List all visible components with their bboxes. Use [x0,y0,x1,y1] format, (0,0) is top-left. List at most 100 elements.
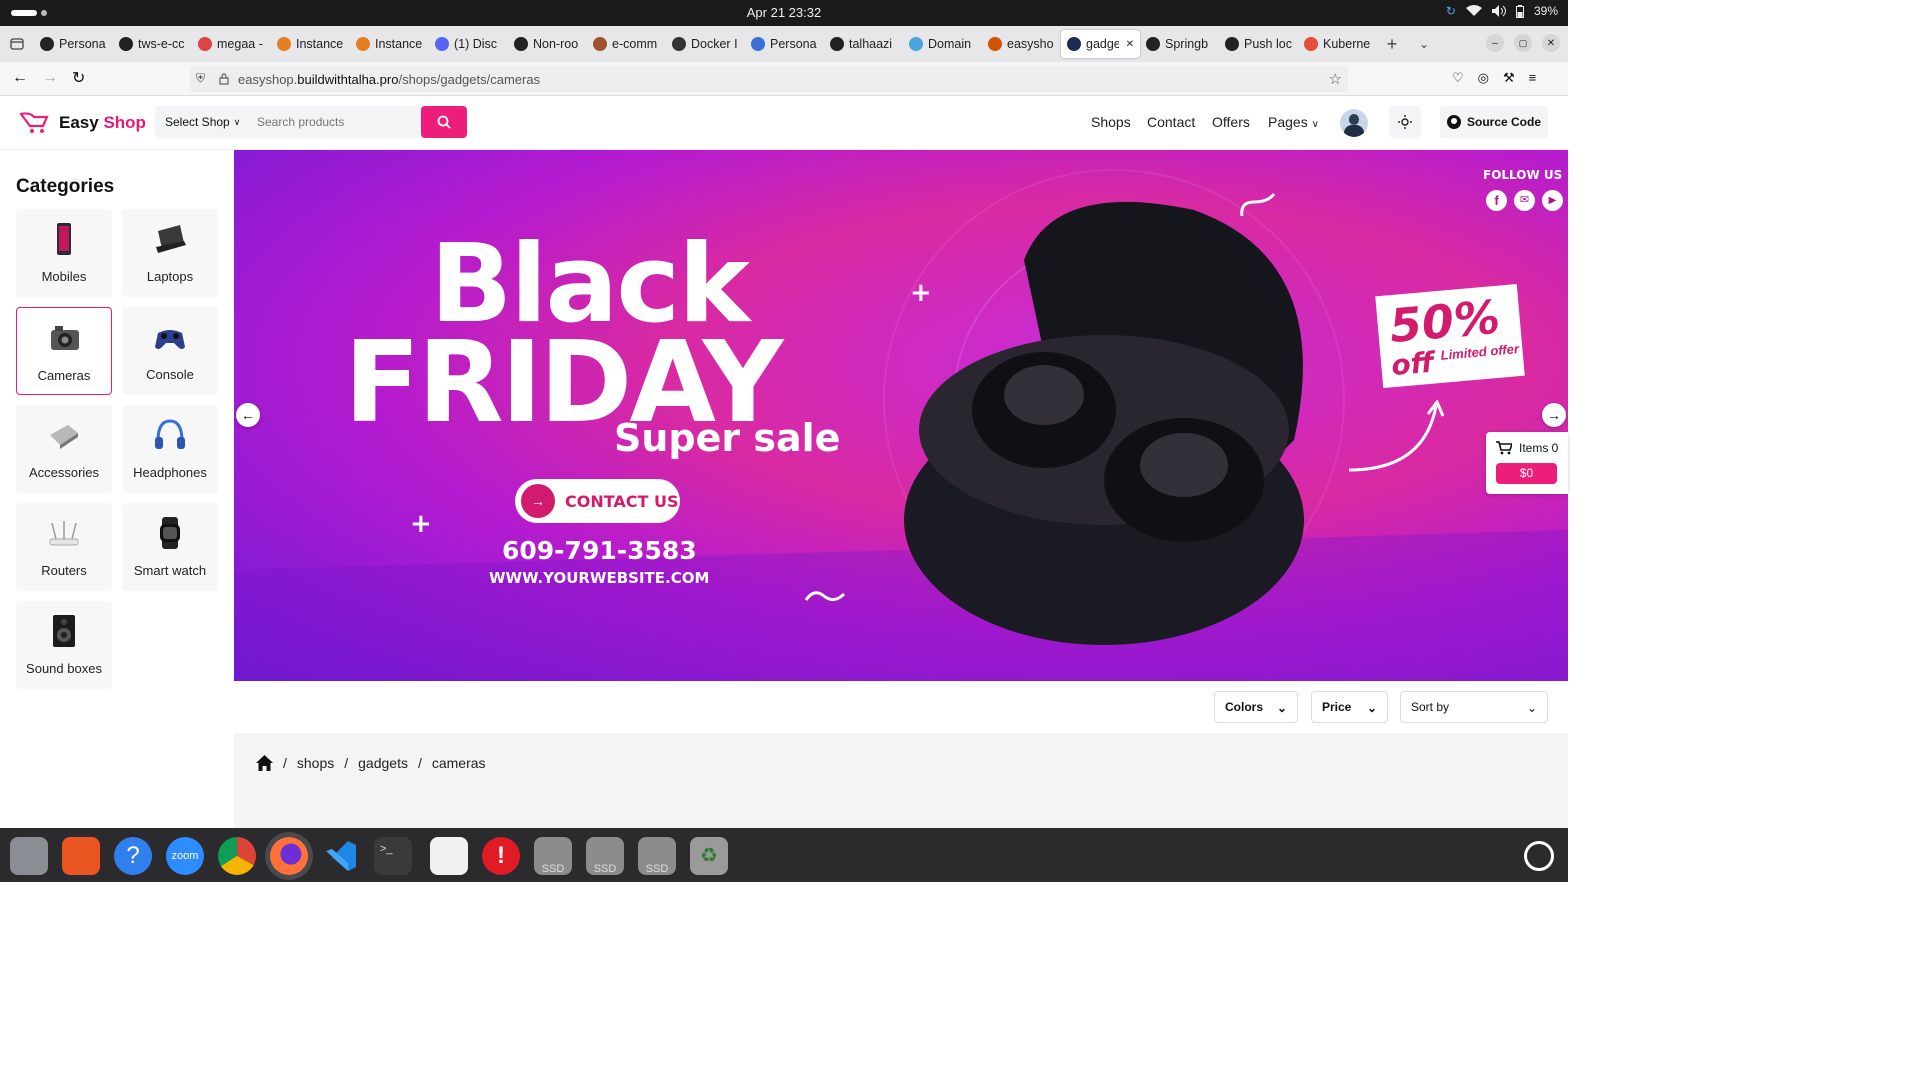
app-center-icon[interactable] [62,837,100,875]
breadcrumb-gadgets[interactable]: gadgets [358,755,408,771]
show-apps-icon[interactable] [1524,841,1554,871]
search-button[interactable] [421,106,467,138]
facebook-icon[interactable]: f [1486,190,1507,211]
shield-icon[interactable]: ⛨ [196,71,205,86]
tab[interactable]: Docker I [666,30,745,58]
breadcrumb-shops[interactable]: shops [297,755,334,771]
breadcrumb-separator: / [344,755,349,771]
tab[interactable]: Instance [350,30,429,58]
tab-overview-button[interactable] [0,38,34,50]
category-headphones[interactable]: Headphones [122,405,218,493]
new-tab-button[interactable]: + [1377,34,1407,55]
category-sound-boxes[interactable]: Sound boxes [16,601,112,689]
vscode-icon[interactable] [322,837,360,875]
ssd-2-icon[interactable]: SSD [586,837,624,875]
twitter-icon[interactable]: ✉ [1514,190,1535,211]
tab[interactable]: Persona [745,30,824,58]
price-filter-dropdown[interactable]: Price ⌄ [1311,691,1388,723]
system-tray[interactable]: ↻ 39% [1446,4,1558,18]
account-icon[interactable]: ◎ [1478,70,1489,86]
nav-shops[interactable]: Shops [1091,114,1131,130]
tab[interactable]: easysho [982,30,1061,58]
back-icon[interactable]: ← [12,69,28,87]
tab[interactable]: Instance [271,30,350,58]
ssd-1-icon[interactable]: SSD [534,837,572,875]
url-bar[interactable]: ⛨ easyshop. buildwithtalha.pro/shops/gadg… [190,66,1348,92]
lock-icon[interactable] [219,73,229,85]
tab-favicon-icon [198,37,212,51]
floating-cart[interactable]: Items 0 $0 [1486,432,1568,494]
files-icon[interactable] [10,837,48,875]
nav-pages[interactable]: Pages ∨ [1268,114,1319,130]
nav-contact[interactable]: Contact [1147,114,1195,130]
theme-toggle-button[interactable] [1389,106,1421,138]
tab[interactable]: gadge ✕ [1061,30,1140,58]
breadcrumb-cameras[interactable]: cameras [432,755,486,771]
category-console[interactable]: Console [122,307,218,395]
terminal-icon[interactable]: >_ [374,837,412,875]
bookmark-star-icon[interactable]: ☆ [1329,70,1342,88]
source-code-button[interactable]: Source Code [1440,106,1548,138]
banner-contact-us-button[interactable]: → CONTACT US [515,479,680,523]
tab[interactable]: (1) Disc [429,30,508,58]
help-icon[interactable]: ? [114,837,152,875]
cart-logo-icon[interactable] [20,111,50,135]
minimize-icon[interactable]: – [1486,34,1504,52]
extensions-icon[interactable]: ⚒ [1503,70,1515,86]
tab-close-icon[interactable]: ✕ [1126,39,1134,50]
carousel-next-button[interactable]: → [1542,403,1566,427]
updates-icon[interactable]: ! [482,837,520,875]
tab[interactable]: Persona [34,30,113,58]
tab[interactable]: Springb [1140,30,1219,58]
tab-label: megaa - [217,37,263,51]
zoom-icon[interactable]: zoom [166,837,204,875]
clock[interactable]: Apr 21 23:32 [0,5,1568,20]
tab[interactable]: megaa - [192,30,271,58]
forward-icon[interactable]: → [42,69,58,87]
chevron-down-icon: ∨ [233,116,241,127]
tab-overflow-chevron-icon[interactable]: ⌄ [1407,37,1441,51]
menu-icon[interactable]: ≡ [1529,70,1537,86]
category-mobiles[interactable]: Mobiles [16,209,112,297]
refresh-icon[interactable]: ↻ [1446,4,1456,18]
tab[interactable]: e-comm [587,30,666,58]
tab-label: Instance [375,37,423,51]
select-shop-dropdown[interactable]: Select Shop ∨ [155,106,245,138]
search-input[interactable] [245,106,421,138]
close-window-icon[interactable]: ✕ [1542,34,1560,52]
tab[interactable]: tws-e-cc [113,30,192,58]
category-routers[interactable]: Routers [16,503,112,591]
category-accessories[interactable]: Accessories [16,405,112,493]
maximize-icon[interactable]: ▢ [1514,34,1532,52]
hero-banner[interactable]: Black FRIDAY Super sale → CONTACT US 609… [234,150,1568,681]
tab[interactable]: Non-roo [508,30,587,58]
tab[interactable]: Domain [903,30,982,58]
chrome-icon[interactable] [218,837,256,875]
youtube-icon[interactable]: ▶ [1542,190,1563,211]
tab[interactable]: talhaazi [824,30,903,58]
site-logo[interactable]: Easy Shop [59,113,146,133]
ssd-3-icon[interactable]: SSD [638,837,676,875]
firefox-icon[interactable] [270,837,308,875]
trash-icon[interactable]: ♻ [690,837,728,875]
category-smart-watch[interactable]: Smart watch [122,503,218,591]
category-cameras[interactable]: Cameras [16,307,112,395]
carousel-prev-button[interactable]: ← [236,403,260,427]
avatar[interactable] [1340,109,1368,137]
reload-icon[interactable]: ↻ [72,68,85,88]
cameras-icon [51,326,79,350]
tab-label: Persona [59,37,106,51]
colors-filter-dropdown[interactable]: Colors ⌄ [1214,691,1298,723]
tab[interactable]: Kuberne [1298,30,1377,58]
sort-by-label: Sort by [1411,700,1450,714]
category-laptops[interactable]: Laptops [122,209,218,297]
sort-by-dropdown[interactable]: Sort by ⌄ [1400,691,1548,723]
pocket-icon[interactable]: ♡ [1452,70,1464,86]
category-label: Mobiles [41,269,87,284]
home-icon[interactable] [256,755,273,771]
tab-favicon-icon [1225,37,1239,51]
plus-decoration-icon: + [410,509,432,539]
text-editor-icon[interactable] [430,837,468,875]
nav-offers[interactable]: Offers [1212,114,1250,130]
tab[interactable]: Push loc [1219,30,1298,58]
